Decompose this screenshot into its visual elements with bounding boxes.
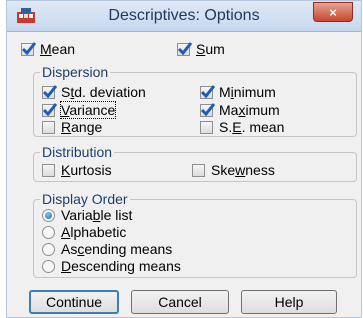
close-button[interactable]: × [313,2,353,22]
range-checkbox[interactable]: Range [42,118,102,136]
kurtosis-label: Kurtosis [61,162,112,178]
display-order-group: Display Order Variable list Alphabetic A… [33,191,357,278]
sum-checkbox[interactable]: Sum [177,40,225,58]
alphabetic-label: Alphabetic [61,224,127,240]
kurtosis-checkbox[interactable]: Kurtosis [42,161,112,179]
distribution-legend: Distribution [40,144,115,160]
minimum-label: Minimum [219,84,276,100]
checkbox-mean-box[interactable] [21,41,37,56]
descriptives-options-dialog: Descriptives: Options × Mean Sum Dispers… [6,0,362,318]
skewness-label: Skewness [211,162,275,178]
checkbox-std-deviation-box[interactable] [42,84,58,99]
se-mean-checkbox[interactable]: S.E. mean [200,118,284,136]
continue-button[interactable]: Continue [29,290,119,314]
radio-descending-means[interactable] [42,259,55,273]
radio-variable-list[interactable] [42,208,55,222]
variable-list-radio[interactable]: Variable list [42,206,132,224]
window-title: Descriptives: Options [108,7,260,24]
variance-label: Variance [59,101,117,119]
minimum-checkbox[interactable]: Minimum [200,83,276,101]
checkbox-minimum-box[interactable] [200,84,216,99]
checkmark-icon [177,41,193,55]
close-icon: × [329,5,337,20]
dispersion-group: Dispersion Std. deviation Minimum Varian… [33,64,357,137]
checkbox-kurtosis-box[interactable] [42,163,55,177]
checkbox-skewness-box[interactable] [192,163,205,177]
mean-label: Mean [40,41,76,57]
descending-means-radio[interactable]: Descending means [42,257,181,275]
checkbox-sum-box[interactable] [177,41,193,56]
radio-alphabetic[interactable] [42,225,55,239]
descending-means-label: Descending means [61,258,181,274]
std-deviation-checkbox[interactable]: Std. deviation [42,83,146,101]
checkmark-icon [42,84,58,98]
checkmark-icon [200,84,216,98]
skewness-checkbox[interactable]: Skewness [192,161,275,179]
ascending-means-label: Ascending means [61,241,173,257]
title-bar: Descriptives: Options × [7,1,361,32]
checkbox-maximum-box[interactable] [200,102,216,117]
checkbox-variance-box[interactable] [42,102,58,117]
checkbox-range-box[interactable] [42,120,55,134]
maximum-checkbox[interactable]: Maximum [200,101,280,119]
checkmark-icon [200,102,216,116]
std-deviation-label: Std. deviation [61,84,146,100]
maximum-label: Maximum [219,102,280,118]
se-mean-label: S.E. mean [219,119,285,135]
alphabetic-radio[interactable]: Alphabetic [42,223,126,241]
range-label: Range [61,119,103,135]
cancel-button[interactable]: Cancel [131,290,229,314]
checkmark-icon [42,102,58,116]
help-button[interactable]: Help [241,290,337,314]
ascending-means-radio[interactable]: Ascending means [42,240,172,258]
checkmark-icon [21,41,37,55]
display-order-legend: Display Order [40,191,130,207]
radio-ascending-means[interactable] [42,242,55,256]
dispersion-legend: Dispersion [40,64,111,80]
variable-list-label: Variable list [61,207,133,223]
sum-label: Sum [196,41,225,57]
mean-checkbox[interactable]: Mean [21,40,75,58]
variance-checkbox[interactable]: Variance [42,101,117,119]
checkbox-se-mean-box[interactable] [200,120,213,134]
distribution-group: Distribution Kurtosis Skewness [33,144,357,182]
